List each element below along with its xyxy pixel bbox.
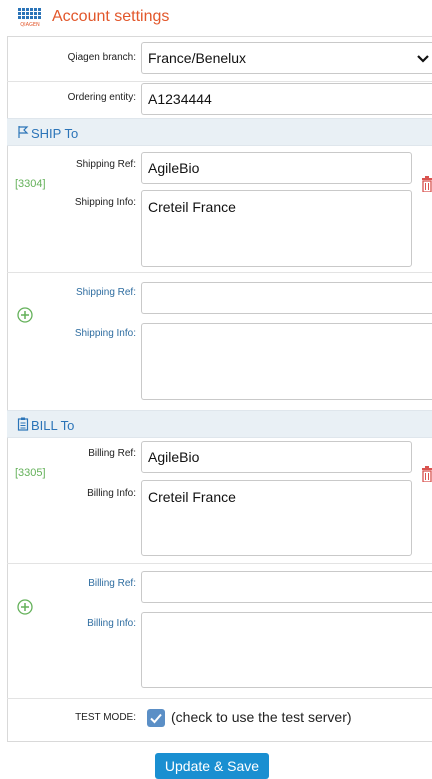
new-shipping-ref-input[interactable]	[141, 282, 432, 314]
page-header: QIAGEN Account settings	[0, 0, 432, 36]
test-mode-checkbox[interactable]	[147, 709, 165, 727]
shipping-ref-input[interactable]: AgileBio	[141, 152, 412, 184]
new-billing-info-textarea[interactable]	[141, 612, 432, 688]
ordering-label: Ordering entity:	[67, 92, 136, 103]
shipping-ref-label: Shipping Ref:	[75, 159, 136, 170]
divider	[7, 81, 432, 82]
ordering-entity-input[interactable]: A1234444	[141, 83, 432, 115]
trash-icon[interactable]	[421, 466, 432, 482]
billing-info-textarea[interactable]: Creteil France	[141, 480, 412, 556]
bill-code: [3305]	[15, 467, 46, 479]
page-title: Account settings	[52, 8, 170, 25]
billing-info-label: Billing Info:	[87, 488, 136, 499]
new-shipping-info-label: Shipping Info:	[74, 328, 136, 339]
trash-icon[interactable]	[421, 176, 432, 192]
new-shipping-info-textarea[interactable]	[141, 323, 432, 400]
new-billing-ref-input[interactable]	[141, 571, 432, 603]
logo-text: QIAGEN	[20, 22, 40, 28]
branch-label: Qiagen branch:	[67, 52, 136, 63]
bill-to-header: BILL To	[7, 410, 432, 438]
new-billing-ref-label: Billing Ref:	[88, 578, 136, 589]
billing-ref-input[interactable]: AgileBio	[141, 441, 412, 473]
ship-to-flag-icon	[18, 126, 29, 138]
shipping-info-textarea[interactable]: Creteil France	[141, 190, 412, 267]
divider	[7, 563, 432, 564]
qiagen-logo: QIAGEN	[18, 8, 42, 28]
billing-info-value: Creteil France	[148, 489, 236, 505]
shipping-ref-value: AgileBio	[148, 160, 200, 176]
check-icon	[150, 713, 162, 724]
divider	[7, 272, 432, 273]
branch-value: France/Benelux	[148, 50, 247, 66]
shipping-info-label: Shipping Info:	[74, 197, 136, 208]
branch-select[interactable]: France/Benelux	[141, 42, 432, 74]
billing-ref-value: AgileBio	[148, 449, 200, 465]
add-circle-icon[interactable]	[17, 307, 33, 323]
update-save-button[interactable]: Update & Save	[155, 753, 269, 779]
test-mode-note: (check to use the test server)	[171, 709, 352, 725]
chevron-down-icon	[417, 55, 429, 63]
ship-to-title: SHIP To	[31, 126, 79, 141]
add-circle-icon[interactable]	[17, 599, 33, 615]
billing-ref-label: Billing Ref:	[88, 448, 136, 459]
ordering-value: A1234444	[148, 91, 212, 107]
ship-to-header: SHIP To	[7, 118, 432, 146]
new-shipping-ref-label: Shipping Ref:	[75, 287, 136, 298]
bill-to-title: BILL To	[31, 418, 75, 433]
shipping-info-value: Creteil France	[148, 199, 236, 215]
divider	[7, 698, 432, 699]
ship-code: [3304]	[15, 178, 46, 190]
new-billing-info-label: Billing Info:	[87, 618, 136, 629]
bill-to-clipboard-icon	[17, 417, 29, 431]
test-mode-label: TEST MODE:	[75, 712, 136, 723]
